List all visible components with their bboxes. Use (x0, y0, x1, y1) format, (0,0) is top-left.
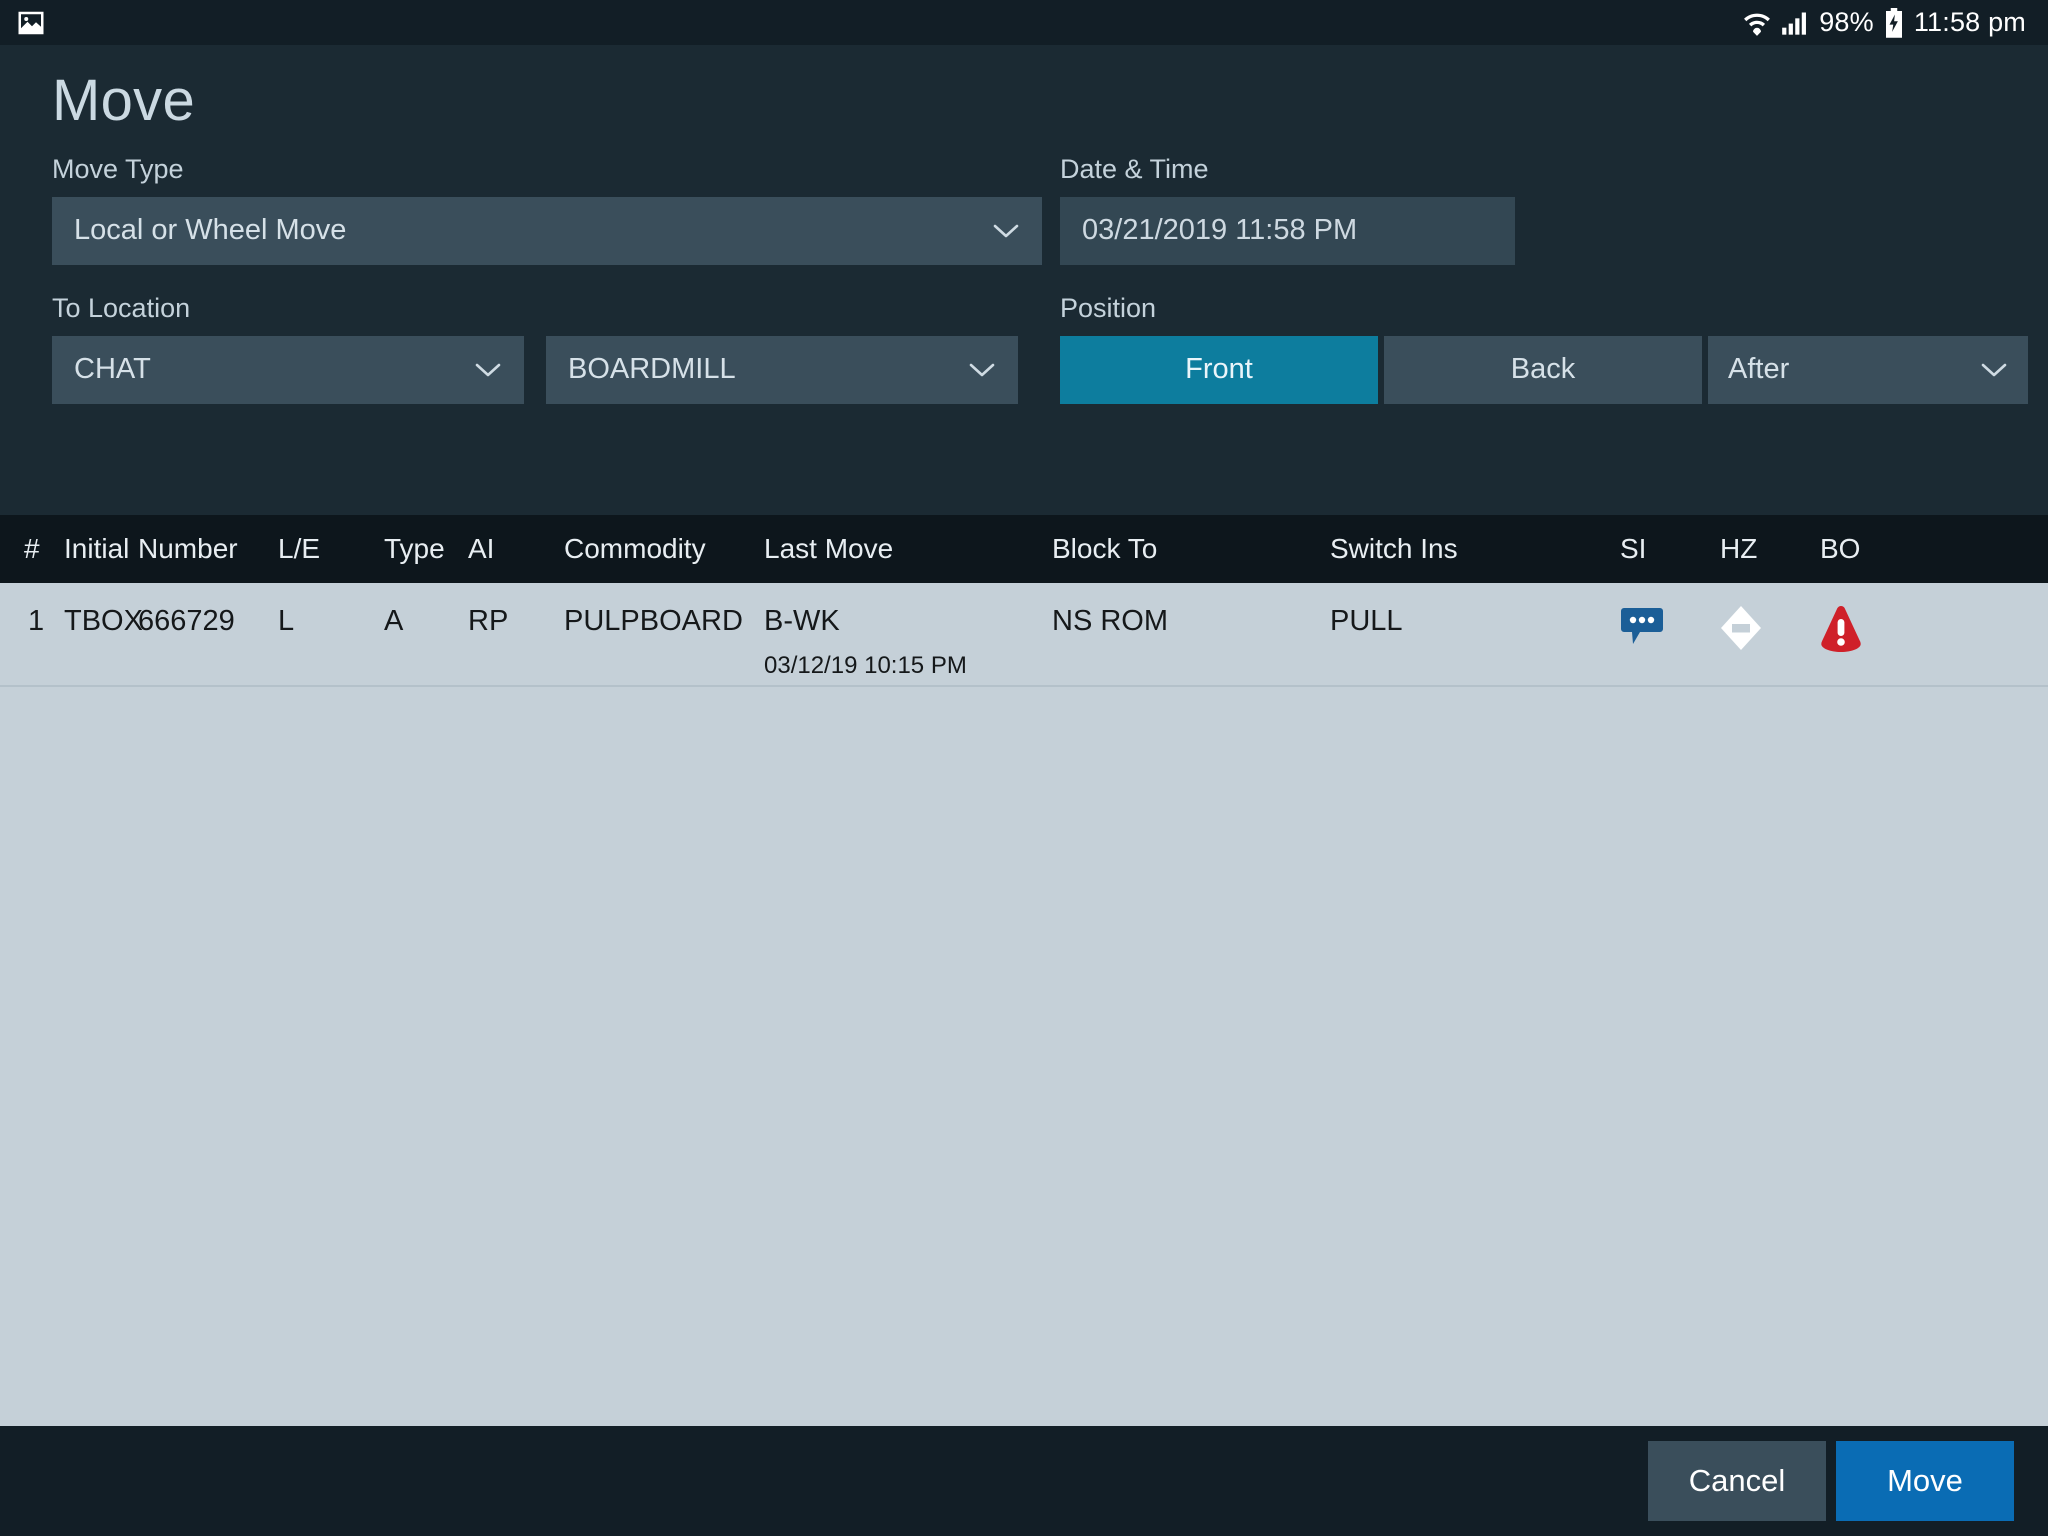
to-location-value: CHAT (74, 353, 151, 386)
column-header-ai: AI (468, 533, 495, 564)
chevron-down-icon (474, 361, 502, 379)
column-header-type: Type (384, 533, 445, 564)
column-header-commodity: Commodity (564, 533, 706, 564)
move-form: Move Move Type Local or Wheel Move Date … (0, 45, 2048, 515)
move-screen: 98% 11:58 pm Move Move Type Local or Whe… (0, 0, 2048, 1536)
to-track-value: BOARDMILL (568, 353, 736, 386)
column-header-block-to: Block To (1052, 533, 1158, 564)
cell-le: L (278, 605, 295, 637)
to-location-label: To Location (52, 292, 191, 323)
cell-last-move-code: B-WK (764, 605, 840, 637)
cell-switch-ins: PULL (1330, 605, 1403, 637)
to-track-select[interactable]: BOARDMILL (546, 335, 1018, 404)
move-type-label: Move Type (52, 153, 184, 184)
form-row-1: Move Type Local or Wheel Move Date & Tim… (52, 153, 1996, 265)
column-header-number: Number (138, 533, 238, 564)
cell-last-move-time: 03/12/19 10:15 PM (764, 652, 967, 679)
cell-number: 666729 (138, 605, 235, 637)
table-row[interactable]: 1 TBOX 666729 L A RP PULPBOARD B-WK 03/1… (0, 583, 2048, 687)
cell-ai: RP (468, 605, 509, 637)
cancel-button[interactable]: Cancel (1648, 1441, 1826, 1521)
chevron-down-icon (992, 222, 1020, 240)
datetime-group: Date & Time 03/21/2019 11:58 PM (1042, 153, 1996, 265)
column-header-bo: BO (1820, 533, 1861, 564)
column-header-hz: HZ (1720, 533, 1758, 564)
cell-initial: TBOX (64, 605, 143, 637)
column-header-switch-ins: Switch Ins (1330, 533, 1458, 564)
datetime-value: 03/21/2019 11:58 PM (1082, 214, 1358, 247)
position-segmented-control: Front Back After (1060, 335, 2028, 404)
photo-icon (16, 8, 46, 38)
column-header-initial: Initial (64, 533, 130, 564)
cell-bo[interactable] (1820, 605, 1930, 653)
move-type-group: Move Type Local or Wheel Move (52, 153, 1042, 265)
warning-alert-icon[interactable] (1820, 605, 1930, 653)
to-location-group: To Location CHAT BOARDMILL (52, 292, 1042, 404)
column-header-num: # (24, 533, 40, 564)
cars-table: # Initial Number L/E Type AI Commodity L… (0, 515, 2048, 1426)
page-title: Move (52, 68, 196, 133)
status-clock: 11:58 pm (1913, 7, 2026, 37)
position-label: Position (1060, 292, 1157, 323)
table-header-row: # Initial Number L/E Type AI Commodity L… (0, 515, 2048, 583)
cell-num: 1 (28, 605, 45, 637)
status-bar-right: 98% 11:58 pm (1743, 7, 2026, 38)
column-header-le: L/E (278, 533, 321, 564)
signal-bars-icon (1781, 11, 1809, 35)
column-header-last-move: Last Move (764, 533, 894, 564)
status-bar: 98% 11:58 pm (0, 0, 2048, 45)
move-button[interactable]: Move (1836, 1441, 2014, 1521)
cell-last-move: B-WK 03/12/19 10:15 PM (764, 605, 1052, 680)
table-body: 1 TBOX 666729 L A RP PULPBOARD B-WK 03/1… (0, 583, 2048, 1426)
wifi-icon (1743, 10, 1771, 36)
chevron-down-icon (1980, 361, 2008, 379)
to-location-select[interactable]: CHAT (52, 335, 524, 404)
chevron-down-icon (968, 361, 996, 379)
footer-action-bar: Cancel Move (0, 1426, 2048, 1536)
cell-block-to: NS ROM (1052, 605, 1168, 637)
battery-charging-icon (1884, 7, 1904, 38)
move-type-select[interactable]: Local or Wheel Move (52, 196, 1042, 265)
cell-type: A (384, 605, 404, 637)
position-after-value: After (1728, 353, 1790, 386)
position-back-button[interactable]: Back (1384, 335, 1702, 404)
to-location-selects: CHAT BOARDMILL (52, 335, 1042, 404)
cell-hz[interactable] (1720, 605, 1820, 651)
cell-commodity: PULPBOARD (564, 605, 743, 637)
comment-bubble-icon[interactable] (1620, 605, 1720, 647)
datetime-label: Date & Time (1060, 153, 1209, 184)
move-type-value: Local or Wheel Move (74, 214, 347, 247)
cell-si[interactable] (1620, 605, 1720, 647)
form-row-2: To Location CHAT BOARDMILL Position Fron… (52, 292, 2028, 404)
hazmat-placard-icon[interactable] (1720, 605, 1820, 651)
battery-percent-label: 98% (1819, 7, 1874, 37)
position-group: Position Front Back After (1042, 292, 2028, 404)
column-header-si: SI (1620, 533, 1647, 564)
status-bar-left (16, 8, 46, 38)
position-after-select[interactable]: After (1708, 335, 2028, 404)
position-front-button[interactable]: Front (1060, 335, 1378, 404)
datetime-field[interactable]: 03/21/2019 11:58 PM (1060, 196, 1515, 265)
